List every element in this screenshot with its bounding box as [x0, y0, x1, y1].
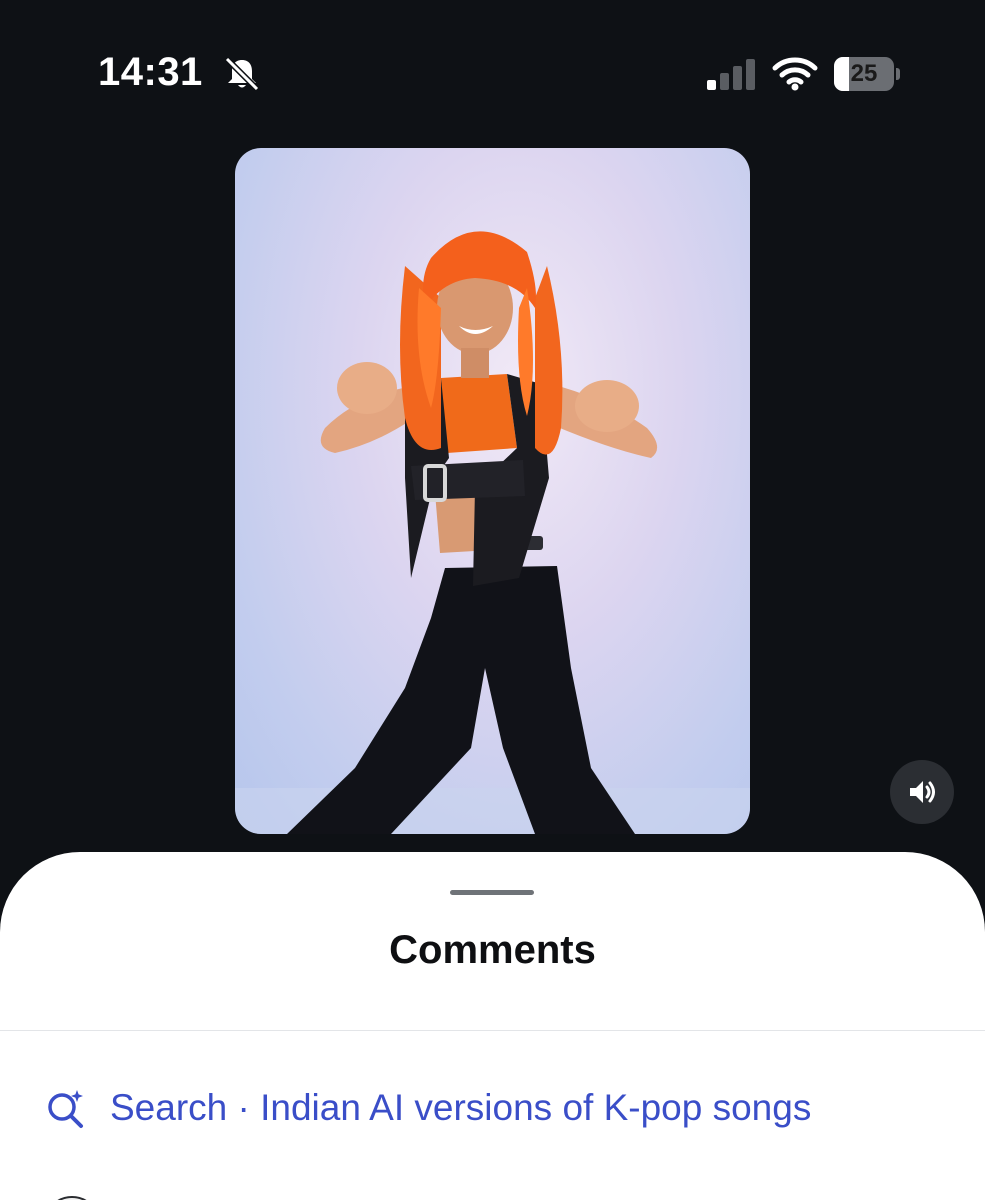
battery-icon: 25	[834, 57, 900, 91]
screen: 14:31 25 Comments Search · Indian AI ver…	[0, 0, 985, 1200]
battery-level: 25	[850, 60, 878, 87]
sparkle-search-icon	[48, 1090, 83, 1128]
search-suggestion-link[interactable]: Search · Indian AI versions of K-pop son…	[44, 1084, 811, 1132]
video-frame	[235, 231, 750, 834]
signal-bar	[746, 59, 755, 90]
bell-slash-icon	[224, 56, 260, 92]
avatar[interactable]	[44, 1196, 100, 1200]
search-suggestion-text: Search · Indian AI versions of K-pop son…	[110, 1087, 812, 1128]
cellular-signal-icon	[707, 59, 755, 90]
wifi-icon	[772, 57, 818, 91]
signal-bar	[733, 66, 742, 90]
volume-button[interactable]	[890, 760, 954, 824]
speaker-volume-icon	[910, 781, 935, 803]
comments-sheet: Comments Search · Indian AI versions of …	[0, 852, 985, 1200]
signal-bar	[707, 80, 716, 90]
signal-bar	[720, 73, 729, 90]
status-time: 14:31	[98, 50, 203, 94]
video-player[interactable]	[235, 148, 750, 834]
sheet-title: Comments	[389, 928, 596, 972]
divider	[0, 1030, 985, 1031]
sheet-drag-handle[interactable]	[450, 890, 534, 895]
